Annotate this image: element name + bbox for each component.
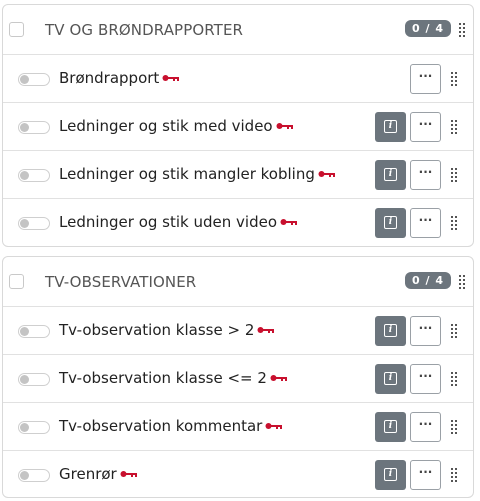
layer-toggle[interactable] [18,121,50,134]
ellipsis-icon: ··· [418,117,433,131]
info-button[interactable]: i [375,316,406,346]
drag-handle-icon[interactable] [451,120,457,134]
layer-row: Ledninger og stik med video i ··· [3,103,473,151]
drag-handle-icon[interactable] [451,468,457,482]
layer-row: Grenrør i ··· [3,451,473,499]
key-icon [257,326,275,333]
group-header: TV OG BRØNDRAPPORTER 0 / 4 [3,5,473,55]
layer-row: Ledninger og stik mangler kobling i ··· [3,151,473,199]
layer-label: Ledninger og stik med video [59,117,273,135]
layer-row: Brøndrapport ··· [3,55,473,103]
drag-handle-icon[interactable] [451,372,457,386]
layer-toggle[interactable] [18,325,50,338]
info-button[interactable]: i [375,460,406,490]
layer-label: Ledninger og stik mangler kobling [59,165,315,183]
more-options-button[interactable]: ··· [410,364,441,394]
info-button[interactable]: i [375,160,406,190]
layer-label: Tv-observation kommentar [59,417,263,435]
layer-row: Tv-observation klasse > 2 i ··· [3,307,473,355]
info-icon: i [384,372,397,385]
more-options-button[interactable]: ··· [410,160,441,190]
info-button[interactable]: i [375,208,406,238]
group-title: TV-OBSERVATIONER [45,273,197,291]
layer-toggle[interactable] [18,373,50,386]
info-icon: i [384,120,397,133]
key-icon [265,422,283,429]
ellipsis-icon: ··· [418,465,433,479]
drag-handle-icon[interactable] [451,420,457,434]
info-button[interactable]: i [375,112,406,142]
ellipsis-icon: ··· [418,369,433,383]
drag-handle-icon[interactable] [451,72,457,86]
layer-toggle[interactable] [18,169,50,182]
count-badge: 0 / 4 [405,272,451,289]
ellipsis-icon: ··· [418,69,433,83]
layer-row: Tv-observation kommentar i ··· [3,403,473,451]
ellipsis-icon: ··· [418,165,433,179]
ellipsis-icon: ··· [418,213,433,227]
more-options-button[interactable]: ··· [410,460,441,490]
layer-label: Ledninger og stik uden video [59,213,277,231]
group-title: TV OG BRØNDRAPPORTER [45,21,244,39]
group-checkbox[interactable] [9,274,24,289]
info-icon: i [384,168,397,181]
layer-label: Grenrør [59,465,117,483]
layer-label: Brøndrapport [59,69,160,87]
layer-row: Ledninger og stik uden video i ··· [3,199,473,247]
more-options-button[interactable]: ··· [410,412,441,442]
layer-toggle[interactable] [18,73,50,86]
key-icon [162,74,180,81]
group-header: TV-OBSERVATIONER 0 / 4 [3,257,473,307]
info-icon: i [384,324,397,337]
layer-toggle[interactable] [18,217,50,230]
ellipsis-icon: ··· [418,417,433,431]
more-options-button[interactable]: ··· [410,208,441,238]
group-checkbox[interactable] [9,22,24,37]
drag-handle-icon[interactable] [451,324,457,338]
layer-row: Tv-observation klasse <= 2 i ··· [3,355,473,403]
more-options-button[interactable]: ··· [410,64,441,94]
drag-handle-icon[interactable] [459,275,465,289]
drag-handle-icon[interactable] [459,23,465,37]
layer-toggle[interactable] [18,421,50,434]
ellipsis-icon: ··· [418,321,433,335]
key-icon [276,122,293,129]
layer-group-tv-observationer: TV-OBSERVATIONER 0 / 4 Tv-observation kl… [2,256,474,498]
layer-panel: TV OG BRØNDRAPPORTER 0 / 4 Brøndrapport … [0,0,480,501]
info-icon: i [384,216,397,229]
more-options-button[interactable]: ··· [410,316,441,346]
layer-label: Tv-observation klasse <= 2 [59,369,267,387]
more-options-button[interactable]: ··· [410,112,441,142]
drag-handle-icon[interactable] [451,216,457,230]
info-icon: i [384,420,397,433]
key-icon [270,374,287,381]
key-icon [120,470,137,477]
layer-group-tv-og-brondrapporter: TV OG BRØNDRAPPORTER 0 / 4 Brøndrapport … [2,4,474,247]
layer-label: Tv-observation klasse > 2 [59,321,255,339]
key-icon [280,218,297,225]
info-button[interactable]: i [375,412,406,442]
key-icon [318,170,335,177]
count-badge: 0 / 4 [405,20,451,37]
layer-toggle[interactable] [18,469,50,482]
info-button[interactable]: i [375,364,406,394]
info-icon: i [384,468,397,481]
drag-handle-icon[interactable] [451,168,457,182]
